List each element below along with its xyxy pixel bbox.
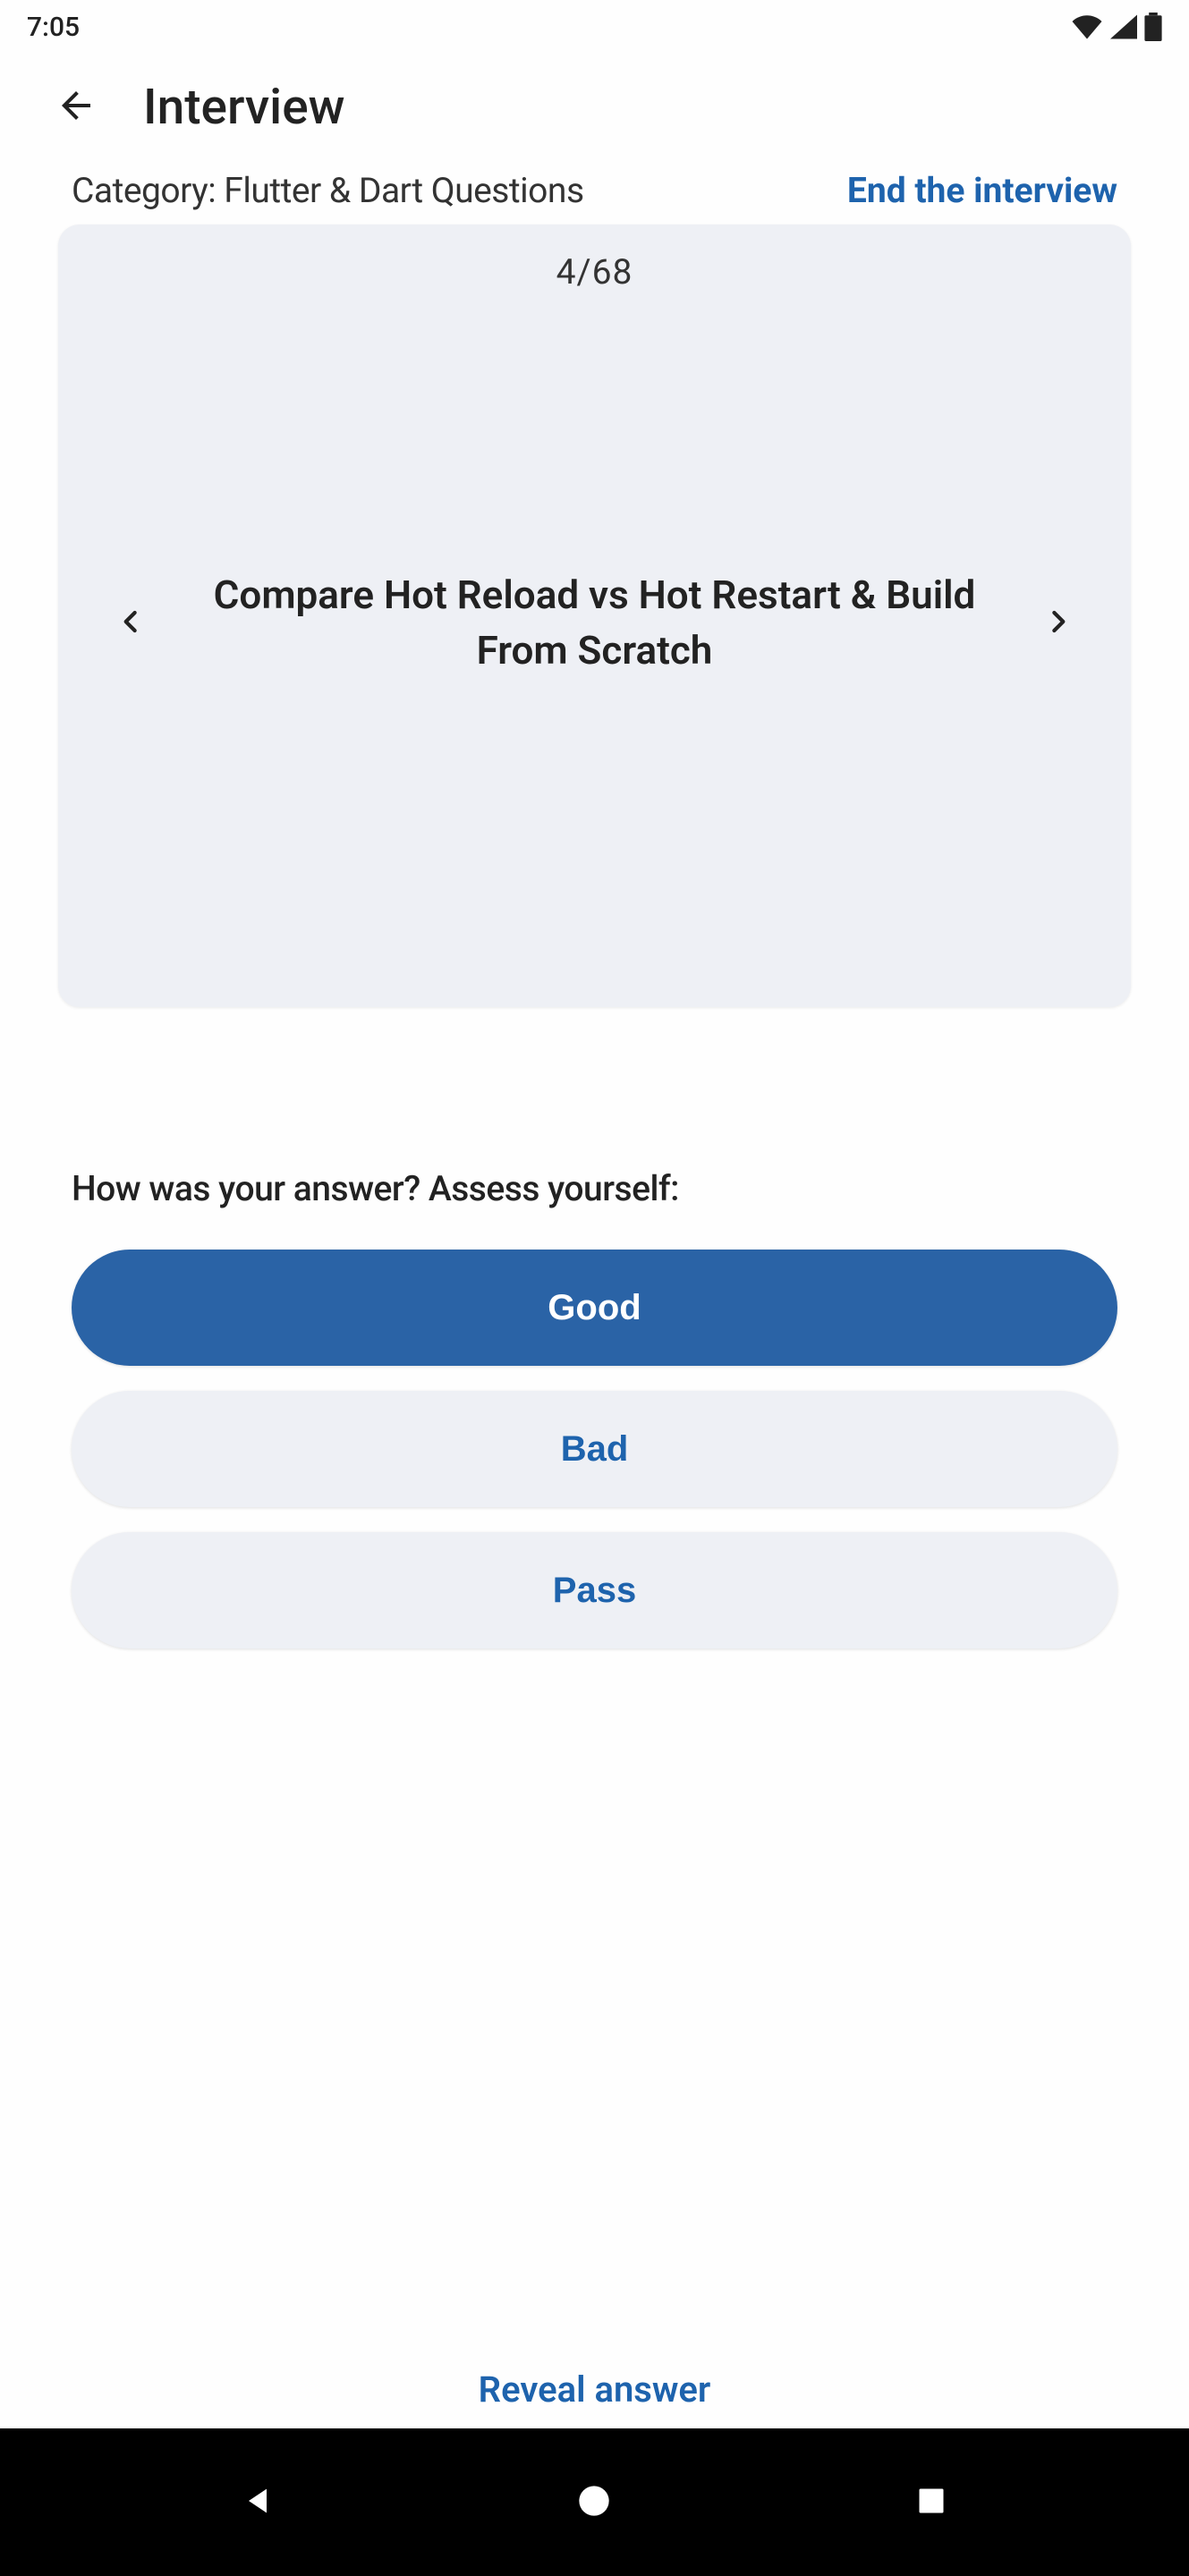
question-counter: 4/68 — [58, 225, 1131, 292]
arrow-left-icon — [55, 84, 98, 131]
square-recents-icon — [915, 2485, 947, 2521]
end-interview-link[interactable]: End the interview — [847, 170, 1117, 211]
circle-home-icon — [576, 2483, 612, 2522]
assessment-section: How was your answer? Assess yourself: Go… — [0, 1007, 1189, 1674]
cell-signal-icon — [1110, 14, 1137, 39]
assessment-prompt: How was your answer? Assess yourself: — [72, 1168, 1117, 1209]
status-bar: 7:05 — [0, 0, 1189, 54]
system-nav-bar — [0, 2428, 1189, 2576]
next-question-button[interactable] — [1032, 597, 1086, 650]
nav-recents-button[interactable] — [904, 2476, 958, 2529]
good-button[interactable]: Good — [72, 1250, 1117, 1366]
wifi-icon — [1071, 14, 1103, 39]
chevron-right-icon — [1041, 604, 1077, 643]
page-title: Interview — [143, 79, 344, 136]
nav-home-button[interactable] — [567, 2476, 621, 2529]
back-button[interactable] — [54, 85, 98, 130]
prev-question-button[interactable] — [103, 597, 157, 650]
status-time: 7:05 — [27, 12, 80, 43]
bad-button[interactable]: Bad — [72, 1391, 1117, 1507]
triangle-back-icon — [240, 2483, 276, 2522]
nav-back-button[interactable] — [231, 2476, 285, 2529]
category-label: Category: Flutter & Dart Questions — [72, 170, 584, 211]
pass-button[interactable]: Pass — [72, 1532, 1117, 1648]
question-text: Compare Hot Reload vs Hot Restart & Buil… — [157, 568, 1032, 678]
status-icons — [1071, 13, 1162, 41]
battery-icon — [1144, 13, 1162, 41]
category-row: Category: Flutter & Dart Questions End t… — [0, 161, 1189, 225]
question-card: 4/68 Compare Hot Reload vs Hot Restart &… — [58, 225, 1131, 1007]
app-bar: Interview — [0, 54, 1189, 161]
chevron-left-icon — [112, 604, 148, 643]
reveal-answer-button[interactable]: Reveal answer — [0, 2368, 1189, 2411]
